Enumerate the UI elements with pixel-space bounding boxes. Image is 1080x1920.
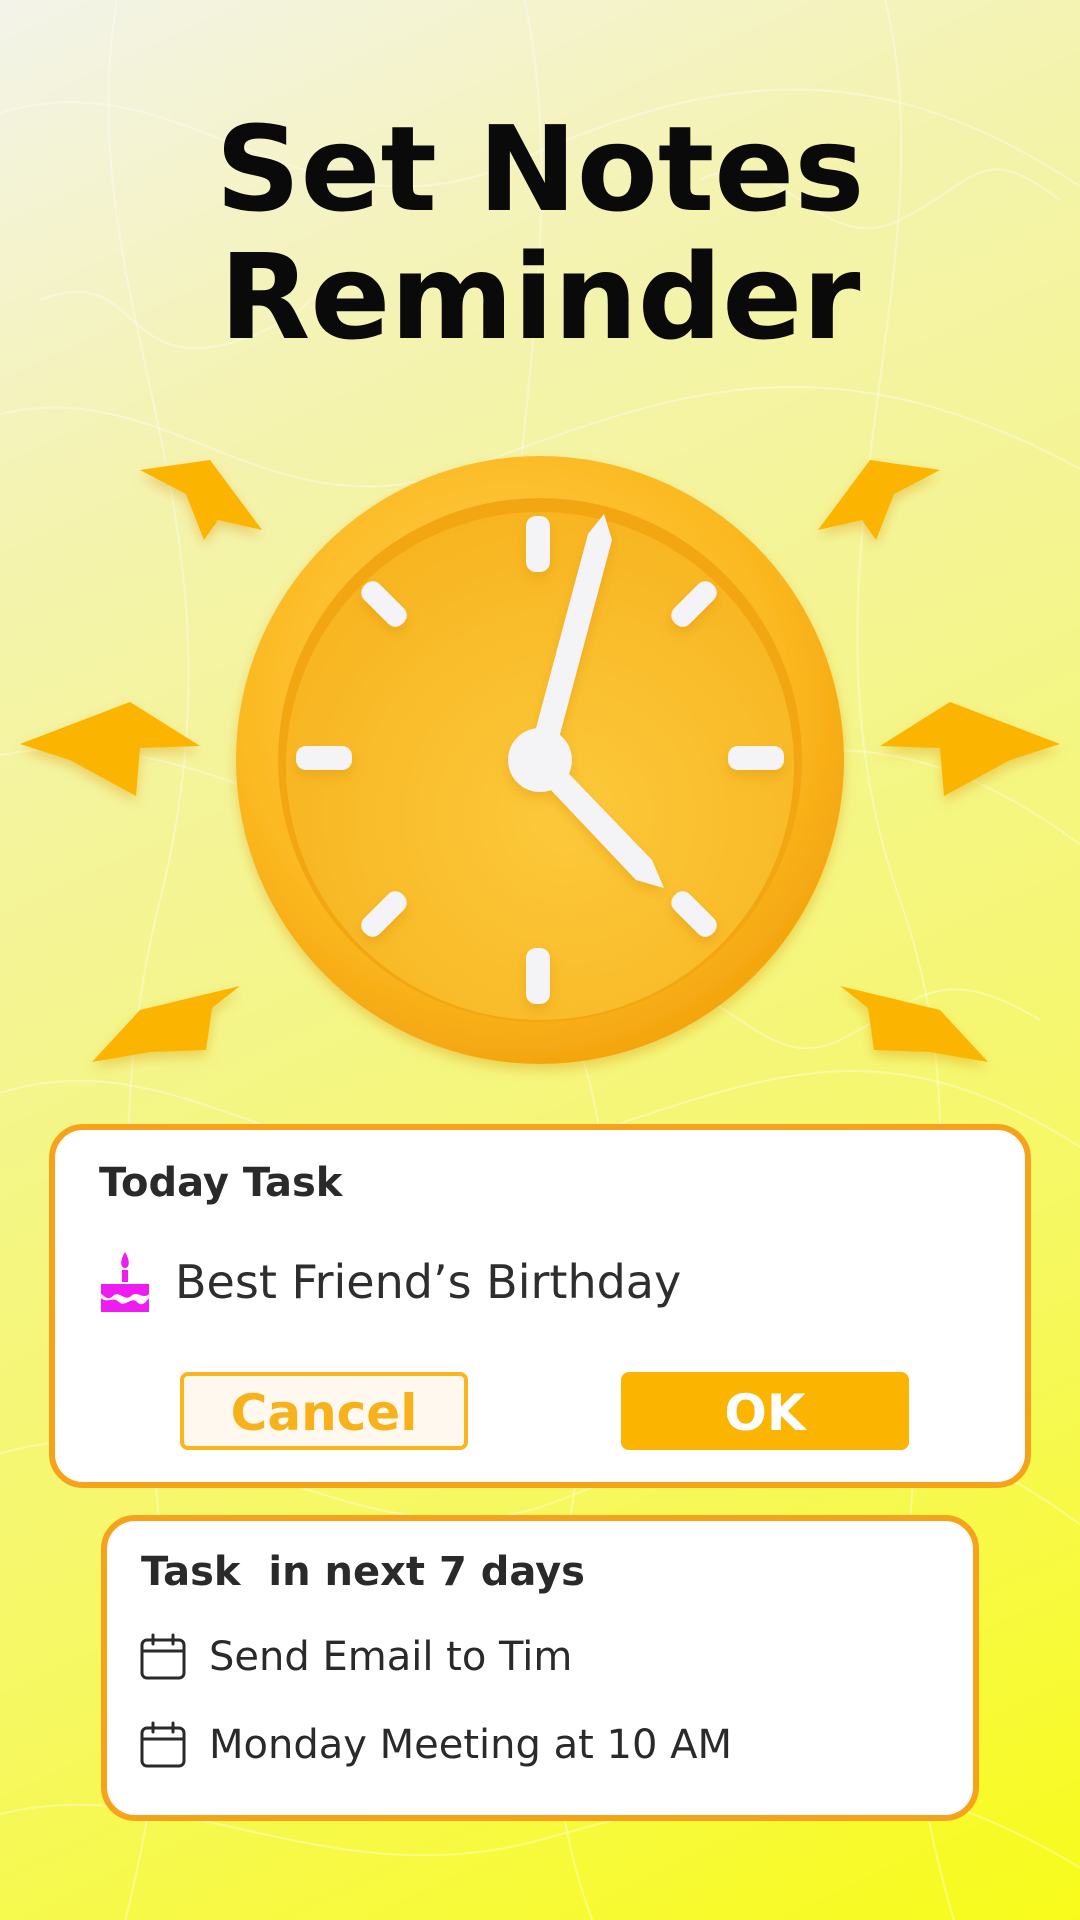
- list-item-label: Monday Meeting at 10 AM: [209, 1722, 733, 1768]
- today-task-title: Today Task: [99, 1160, 343, 1206]
- bolt-bottom-left: [92, 986, 240, 1062]
- page-title: Set Notes Reminder: [0, 105, 1080, 361]
- list-item[interactable]: Send Email to Tim: [139, 1633, 572, 1681]
- birthday-cake-icon: [101, 1252, 149, 1312]
- ok-button[interactable]: OK: [621, 1372, 909, 1450]
- bolt-mid-left: [20, 702, 200, 796]
- today-task-item[interactable]: Best Friend’s Birthday: [97, 1250, 681, 1314]
- today-task-card: Today Task Best Friend’s Birthday Cancel…: [49, 1124, 1031, 1488]
- upcoming-tasks-title: Task in next 7 days: [141, 1549, 585, 1595]
- title-line-2: Reminder: [219, 228, 861, 366]
- bolt-bottom-right: [840, 986, 988, 1062]
- bolt-top-left: [140, 460, 262, 540]
- upcoming-tasks-card: Task in next 7 days Send Email to Tim Mo…: [101, 1515, 979, 1821]
- bolt-mid-right: [880, 702, 1060, 796]
- bolt-top-right: [818, 460, 940, 540]
- cancel-button[interactable]: Cancel: [180, 1372, 468, 1450]
- calendar-icon: [140, 1633, 186, 1680]
- title-line-1: Set Notes: [215, 100, 865, 238]
- list-item[interactable]: Monday Meeting at 10 AM: [139, 1721, 732, 1769]
- today-task-label: Best Friend’s Birthday: [175, 1255, 682, 1309]
- calendar-icon: [140, 1721, 186, 1768]
- list-item-label: Send Email to Tim: [209, 1634, 573, 1680]
- alarm-clock-icon: [20, 456, 1060, 1064]
